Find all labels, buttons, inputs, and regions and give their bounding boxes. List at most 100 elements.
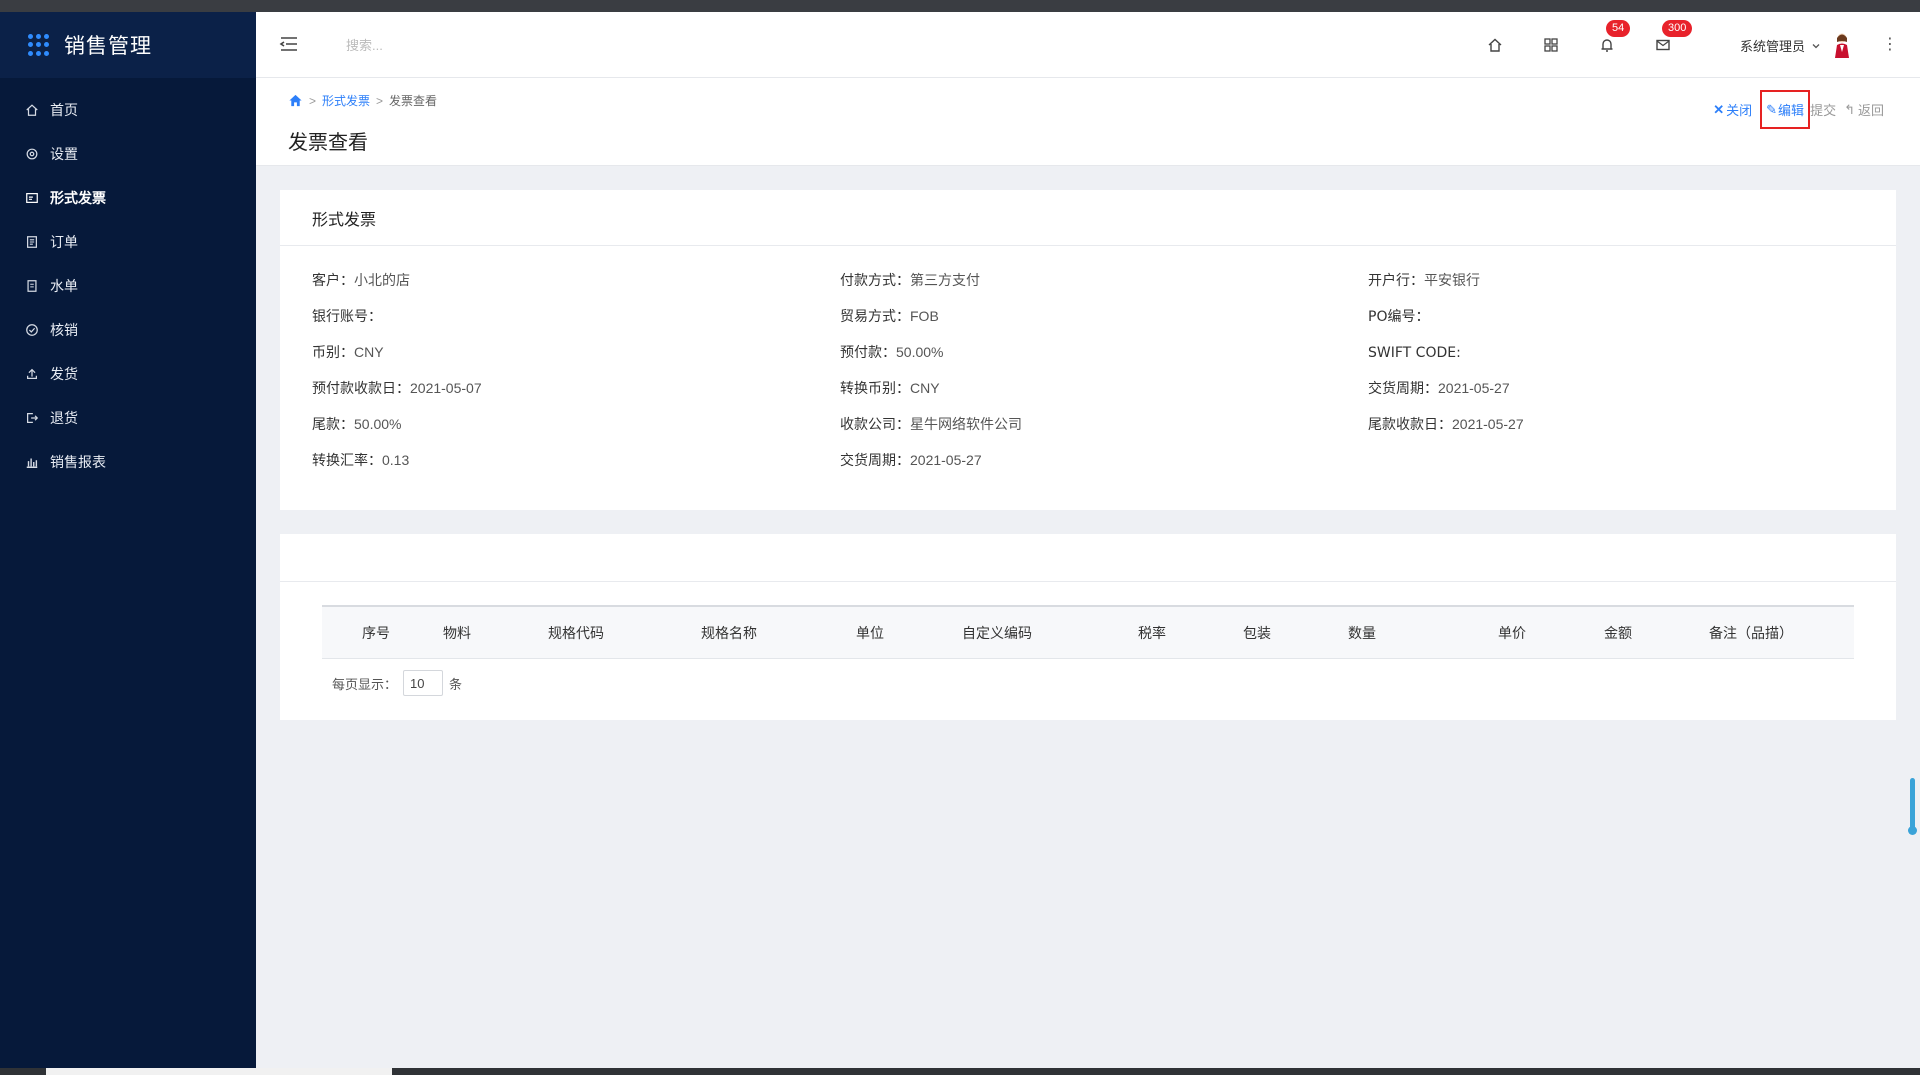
top-strip (0, 0, 1920, 12)
apps-grid-icon (28, 34, 50, 56)
page-actions: ✕ 关闭 ✎ 编辑 提交 ↰ 返回 (1705, 90, 1884, 129)
field-balance: 尾款：50.00% (312, 416, 402, 433)
column-header[interactable]: 规格名称 (701, 623, 757, 643)
sidebar-item-shipping[interactable]: 发货 (0, 352, 256, 396)
sidebar-item-label: 核销 (50, 323, 78, 339)
user-menu[interactable]: 系统管理员 (1740, 36, 1821, 55)
sidebar-item-proforma-invoice[interactable]: 形式发票 (0, 176, 256, 220)
sidebar-item-writeoff[interactable]: 核销 (0, 308, 256, 352)
field-converted-currency: 转换币别：CNY (840, 380, 940, 397)
page-size-label: 每页显示： (332, 677, 398, 693)
close-button[interactable]: ✕ 关闭 (1713, 100, 1752, 119)
close-label: 关闭 (1726, 103, 1753, 118)
page-size-input[interactable] (403, 670, 444, 696)
submit-button[interactable]: 提交 (1810, 100, 1836, 119)
logout-icon (24, 410, 40, 426)
field-currency: 币别：CNY (312, 344, 384, 361)
breadcrumb: > 形式发票 > 发票查看 (288, 92, 437, 109)
bar-chart-icon (24, 454, 40, 470)
field-bank: 开户行：平安银行 (1368, 272, 1480, 289)
field-prepayment: 预付款：50.00% (840, 344, 944, 361)
field-swift-code: SWIFT CODE: (1368, 345, 1461, 361)
breadcrumb-link[interactable]: 形式发票 (322, 92, 370, 109)
column-header[interactable]: 序号 (362, 623, 390, 643)
user-name: 系统管理员 (1740, 40, 1806, 55)
pagination: 每页显示： 条 (332, 670, 462, 696)
back-label: 返回 (1857, 103, 1884, 118)
column-header[interactable]: 包装 (1243, 623, 1271, 643)
sidebar-item-label: 发货 (50, 367, 78, 383)
receipt-icon (24, 278, 40, 294)
column-header[interactable]: 税率 (1138, 623, 1166, 643)
menu-toggle-icon[interactable] (278, 34, 300, 54)
sidebar-item-home[interactable]: 首页 (0, 88, 256, 132)
back-button[interactable]: ↰ 返回 (1844, 100, 1884, 119)
items-table-header: 序号 物料 规格代码 规格名称 单位 自定义编码 税率 包装 数量 单价 金额 … (322, 605, 1854, 659)
field-prepayment-date: 预付款收款日：2021-05-07 (312, 380, 482, 397)
top-header: 54 300 系统管理员 ⋮ (256, 12, 1920, 78)
sidebar-item-settings[interactable]: 设置 (0, 132, 256, 176)
breadcrumb-current: 发票查看 (389, 94, 438, 108)
column-header[interactable]: 单价 (1498, 623, 1526, 643)
field-payee-company: 收款公司：星牛网络软件公司 (840, 416, 1022, 433)
brand[interactable]: 销售管理 (0, 12, 256, 78)
undo-icon: ↰ (1844, 101, 1855, 117)
invoice-icon (24, 190, 40, 206)
items-card-header (280, 534, 1896, 582)
field-payment-method: 付款方式：第三方支付 (840, 272, 980, 289)
invoice-detail-card: 形式发票 客户：小北的店 付款方式：第三方支付 开户行：平安银行 银行账号： 贸… (280, 190, 1896, 510)
apps-icon[interactable] (1540, 34, 1562, 56)
message-badge: 300 (1662, 20, 1693, 37)
column-header[interactable]: 备注（品描） (1709, 623, 1793, 643)
page-size-unit: 条 (449, 677, 463, 693)
message-icon[interactable]: 300 (1652, 20, 1693, 56)
field-customer: 客户：小北的店 (312, 272, 410, 289)
upload-icon (24, 366, 40, 382)
bottom-strip-tab (46, 1068, 392, 1075)
sidebar-item-label: 形式发票 (50, 191, 106, 207)
avatar[interactable] (1832, 32, 1852, 58)
field-delivery-cycle-2: 交货周期：2021-05-27 (840, 452, 982, 469)
edit-button[interactable]: ✎ 编辑 (1760, 90, 1811, 129)
invoice-fields: 客户：小北的店 付款方式：第三方支付 开户行：平安银行 银行账号： 贸易方式：F… (280, 246, 1896, 470)
sidebar-item-label: 订单 (50, 235, 78, 251)
submit-label: 提交 (1810, 103, 1837, 118)
field-trade-terms: 贸易方式：FOB (840, 308, 939, 325)
sidebar-item-label: 设置 (50, 147, 78, 163)
column-header[interactable]: 物料 (443, 623, 471, 643)
home-nav-icon[interactable] (1484, 34, 1506, 56)
home-icon (24, 102, 40, 118)
breadcrumb-separator: > (309, 93, 317, 108)
chevron-down-icon (1811, 41, 1821, 51)
pencil-icon: ✎ (1766, 101, 1778, 117)
sidebar-item-orders[interactable]: 订单 (0, 220, 256, 264)
order-icon (24, 234, 40, 250)
sidebar-item-label: 水单 (50, 279, 78, 295)
breadcrumb-separator: > (376, 93, 384, 108)
column-header[interactable]: 单位 (856, 623, 884, 643)
more-options-icon[interactable]: ⋮ (1882, 34, 1898, 54)
column-header[interactable]: 数量 (1348, 623, 1376, 643)
sidebar-menu: 首页 设置 形式发票 订单 水单 核销 发货 退货 销售报表 (0, 88, 256, 484)
gear-icon (24, 146, 40, 162)
scrollbar-handle[interactable] (1908, 826, 1917, 835)
items-card: 序号 物料 规格代码 规格名称 单位 自定义编码 税率 包装 数量 单价 金额 … (280, 534, 1896, 720)
field-balance-date: 尾款收款日：2021-05-27 (1368, 416, 1524, 433)
close-icon: ✕ (1713, 101, 1725, 117)
sidebar-item-sales-report[interactable]: 销售报表 (0, 440, 256, 484)
sidebar-item-returns[interactable]: 退货 (0, 396, 256, 440)
column-header[interactable]: 自定义编码 (962, 623, 1032, 643)
page-title: 发票查看 (288, 130, 368, 154)
field-bank-account: 银行账号： (312, 309, 382, 325)
column-header[interactable]: 规格代码 (548, 623, 604, 643)
page-header: > 形式发票 > 发票查看 发票查看 ✕ 关闭 ✎ 编辑 提交 ↰ 返回 (256, 78, 1920, 166)
field-exchange-rate: 转换汇率：0.13 (312, 452, 410, 469)
section-title: 形式发票 (280, 190, 1896, 246)
search-input[interactable] (346, 32, 586, 58)
sidebar-item-label: 销售报表 (50, 455, 106, 471)
breadcrumb-home-icon[interactable] (288, 93, 303, 108)
column-header[interactable]: 金额 (1604, 623, 1632, 643)
sidebar-item-receipts[interactable]: 水单 (0, 264, 256, 308)
sidebar-item-label: 首页 (50, 103, 78, 119)
notification-bell-icon[interactable]: 54 (1596, 20, 1631, 56)
